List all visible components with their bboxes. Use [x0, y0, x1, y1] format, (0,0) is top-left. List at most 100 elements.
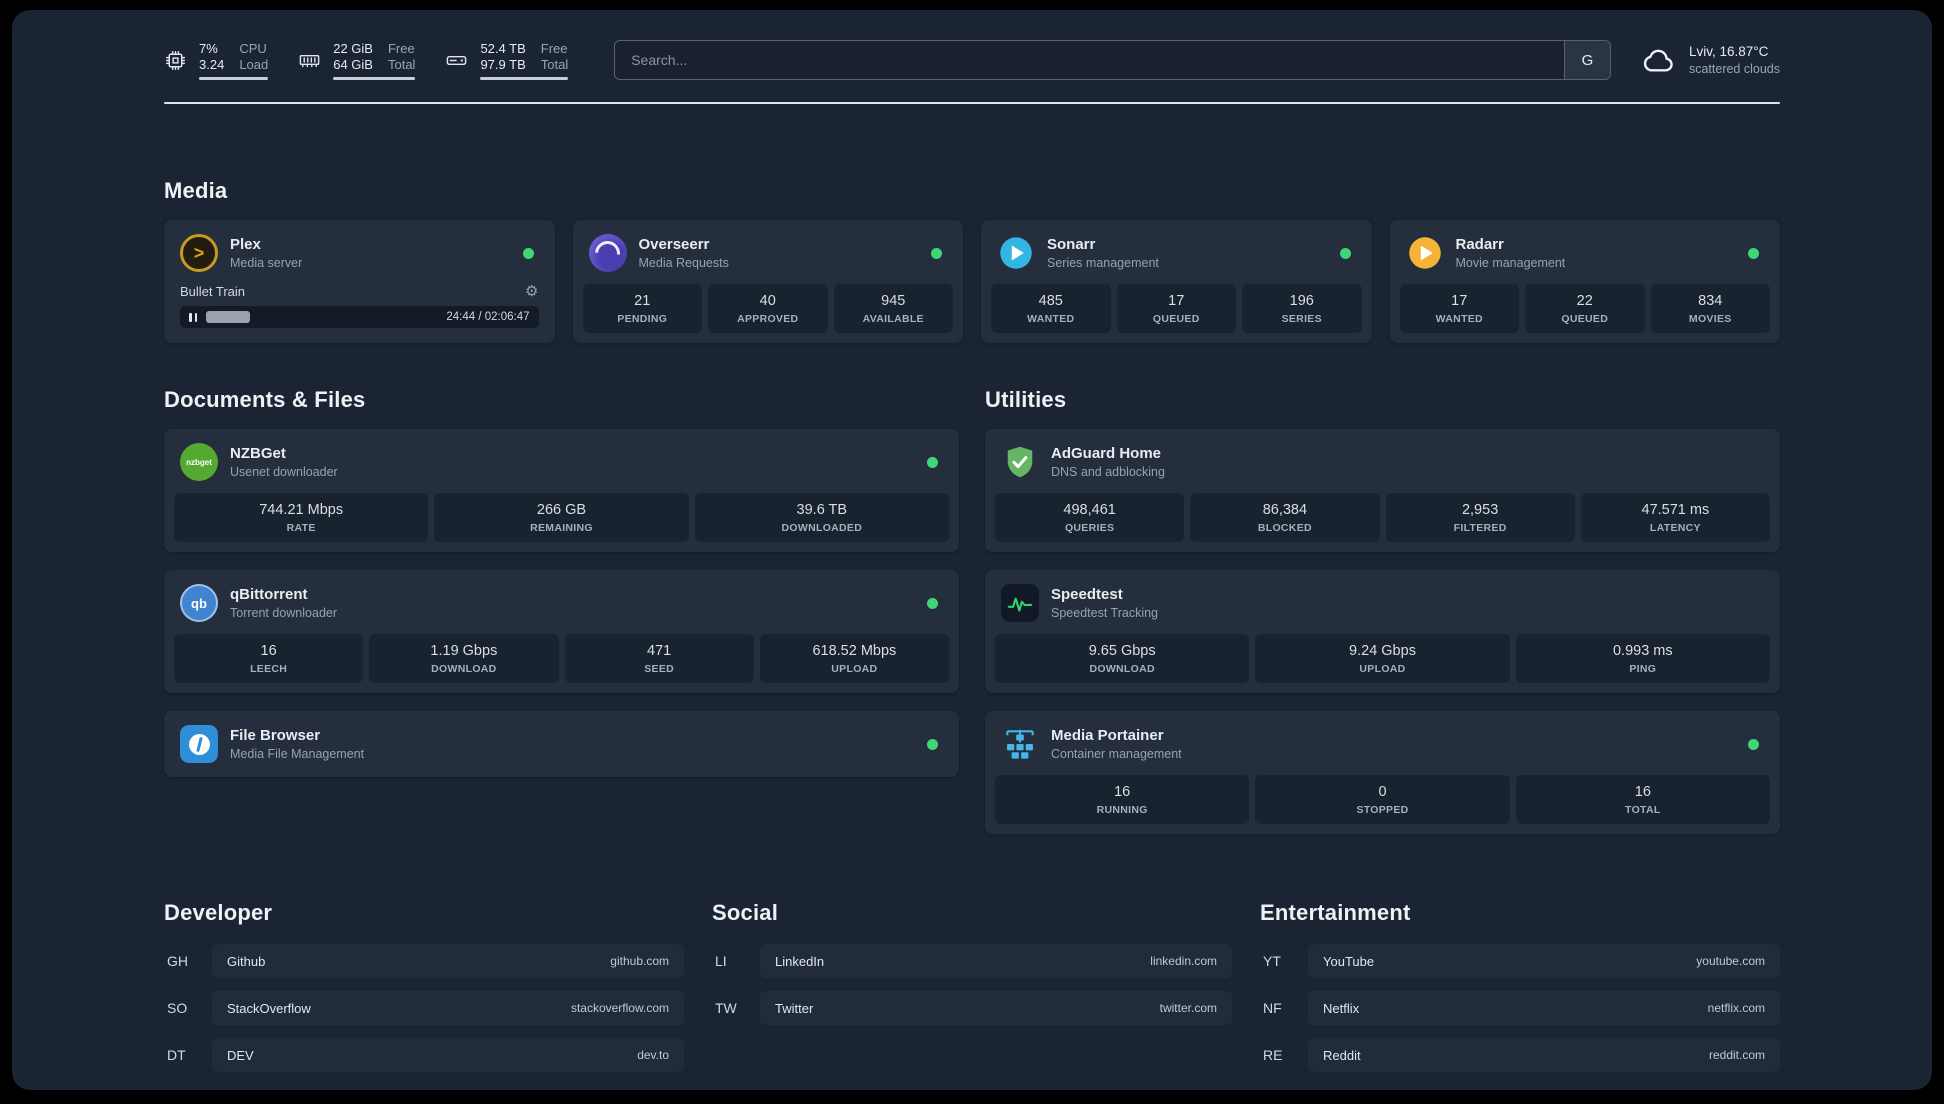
service-link-plex[interactable]: Plex Media server [174, 230, 545, 284]
memory-free-label: Free [387, 40, 415, 56]
bookmark-name: Reddit [1323, 1047, 1361, 1063]
resource-widget-memory: 22 GiB 64 GiB Free Total [298, 40, 416, 80]
bookmark-name: YouTube [1323, 953, 1375, 969]
plex-now-playing: Bullet Train 24:44 / 02:06:47 [174, 284, 545, 330]
bookmark-url: netflix.com [1707, 1001, 1765, 1015]
stat-value: 0.993 ms [1612, 643, 1673, 659]
service-link-overseerr[interactable]: Overseerr Media Requests [583, 230, 954, 284]
qbittorrent-icon-text: qb [191, 595, 207, 611]
plex-icon [180, 234, 218, 272]
service-subtitle: Movie management [1455, 256, 1566, 270]
service-card-nzbget: nzbget NZBGet Usenet downloader 744.21 M… [164, 429, 959, 552]
service-card-plex: Plex Media server Bullet Train [164, 220, 555, 343]
service-link-filebrowser[interactable]: File Browser Media File Management [174, 721, 949, 767]
bookmark-dev[interactable]: DT DEV dev.to [164, 1038, 684, 1072]
bookmark-name: StackOverflow [227, 1000, 311, 1016]
bookmark-linkedin[interactable]: LI LinkedIn linkedin.com [712, 944, 1232, 978]
bookmark-youtube[interactable]: YT YouTube youtube.com [1260, 944, 1780, 978]
bookmark-twitter[interactable]: TW Twitter twitter.com [712, 991, 1232, 1025]
service-card-overseerr: Overseerr Media Requests 21 PENDING 40 A… [572, 220, 963, 343]
progress-fill [206, 311, 250, 323]
stat-label: RATE [286, 522, 316, 534]
service-title: Media Portainer [1051, 727, 1164, 744]
stat-label: LATENCY [1649, 522, 1701, 534]
bookmark-url: twitter.com [1159, 1001, 1217, 1015]
weather-widget: Lviv, 16.87°C scattered clouds [1639, 41, 1780, 79]
service-title: Plex [230, 236, 261, 253]
search-provider-button[interactable]: G [1563, 41, 1610, 79]
service-title: qBittorrent [230, 586, 308, 603]
stat-value: 498,461 [1063, 502, 1116, 518]
bookmark-reddit[interactable]: RE Reddit reddit.com [1260, 1038, 1780, 1072]
bookmark-name: Github [227, 953, 266, 969]
stat-tile: 22 QUEUED [1525, 284, 1645, 333]
service-subtitle: DNS and adblocking [1051, 465, 1165, 479]
search-input[interactable] [615, 41, 1564, 79]
service-card-radarr: Radarr Movie management 17 WANTED 22 QUE… [1389, 220, 1780, 343]
memory-icon [298, 48, 322, 72]
playback-time: 24:44 / 02:06:47 [446, 311, 530, 323]
stat-value: 16 [1114, 784, 1131, 800]
service-link-adguard[interactable]: AdGuard Home DNS and adblocking [995, 439, 1770, 493]
stat-label: AVAILABLE [862, 313, 924, 325]
stat-value: 744.21 Mbps [259, 502, 344, 518]
documents-section: Documents & Files nzbget NZBGet Usenet d… [164, 387, 959, 834]
service-card-portainer: Media Portainer Container management 16 … [985, 711, 1780, 834]
bookmark-netflix[interactable]: NF Netflix netflix.com [1260, 991, 1780, 1025]
playback-bar: 24:44 / 02:06:47 [180, 306, 539, 328]
memory-stats: 22 GiB 64 GiB Free Total [333, 40, 416, 80]
bookmark-abbr: NF [1263, 1000, 1282, 1016]
stat-value: 21 [634, 293, 651, 309]
dashboard: 7% 3.24 CPU Load 22 GiB 64 GiB Free Tota… [12, 10, 1932, 1090]
service-title: Speedtest [1051, 586, 1123, 603]
stat-value: 17 [1168, 293, 1185, 309]
stat-label: PENDING [617, 313, 668, 325]
section-title-utilities: Utilities [985, 387, 1067, 412]
stat-value: 485 [1038, 293, 1063, 309]
service-link-radarr[interactable]: Radarr Movie management [1400, 230, 1771, 284]
stat-value: 16 [1634, 784, 1651, 800]
progress-track[interactable] [206, 311, 437, 323]
bookmark-abbr: GH [167, 953, 188, 969]
stat-tile: 618.52 Mbps UPLOAD [759, 634, 949, 683]
service-link-portainer[interactable]: Media Portainer Container management [995, 721, 1770, 775]
topbar-divider [164, 102, 1780, 104]
service-link-nzbget[interactable]: nzbget NZBGet Usenet downloader [174, 439, 949, 493]
service-subtitle: Media Requests [638, 256, 729, 270]
service-subtitle: Media File Management [230, 747, 365, 761]
stat-label: WANTED [1027, 313, 1075, 325]
disk-free-value: 52.4 TB [480, 40, 526, 56]
bookmark-github[interactable]: GH Github github.com [164, 944, 684, 978]
filebrowser-icon [180, 725, 218, 763]
status-dot [522, 247, 534, 259]
status-dot [927, 597, 938, 609]
qbittorrent-icon: qb [180, 584, 218, 622]
memory-total-label: Total [387, 56, 416, 72]
service-title: Overseerr [638, 236, 710, 253]
disk-icon [445, 48, 469, 72]
service-link-qbittorrent[interactable]: qb qBittorrent Torrent downloader [174, 580, 949, 634]
stat-tile: 17 WANTED [1399, 284, 1519, 333]
stat-value: 196 [1289, 293, 1314, 309]
stat-value: 86,384 [1262, 502, 1308, 518]
gear-icon[interactable] [525, 284, 538, 299]
stat-tile: 47.571 ms LATENCY [1580, 493, 1770, 542]
service-link-speedtest[interactable]: Speedtest Speedtest Tracking [995, 580, 1770, 634]
stat-tile: 16 RUNNING [995, 775, 1250, 824]
stat-label: REMAINING [530, 522, 593, 534]
stat-value: 22 [1576, 293, 1593, 309]
bookmark-group-social: Social LI LinkedIn linkedin.com TW Twitt… [712, 900, 1232, 1085]
bookmark-stackoverflow[interactable]: SO StackOverflow stackoverflow.com [164, 991, 684, 1025]
section-title-developer: Developer [164, 900, 273, 925]
cpu-stats: 7% 3.24 CPU Load [199, 41, 269, 80]
pause-icon[interactable] [189, 312, 197, 322]
stat-value: 39.6 TB [796, 502, 848, 518]
adguard-icon [1001, 443, 1039, 481]
service-card-speedtest: Speedtest Speedtest Tracking 9.65 Gbps D… [985, 570, 1780, 693]
utilities-section: Utilities AdGuard Home DNS and adblockin… [985, 387, 1780, 834]
stat-tile: 39.6 TB DOWNLOADED [694, 493, 949, 542]
stat-label: DOWNLOADED [781, 522, 863, 534]
section-title-documents: Documents & Files [164, 387, 366, 412]
stat-tile: 744.21 Mbps RATE [174, 493, 429, 542]
service-link-sonarr[interactable]: Sonarr Series management [991, 230, 1362, 284]
